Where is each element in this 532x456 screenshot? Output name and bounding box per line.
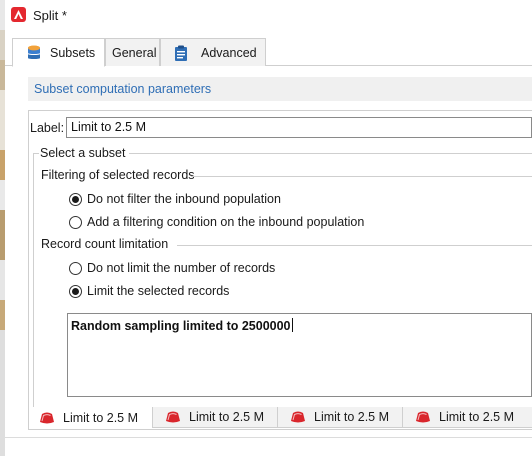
subset-icon <box>39 412 55 424</box>
footer-divider <box>5 437 532 438</box>
limitation-separator <box>177 245 532 246</box>
tab-bar: Subsets General Advanced <box>5 38 532 67</box>
radio-no-filter[interactable]: Do not filter the inbound population <box>69 192 281 206</box>
tab-general[interactable]: General <box>105 38 160 66</box>
subset-tab-2[interactable]: Limit to 2.5 M <box>153 407 278 428</box>
text-caret <box>291 318 293 332</box>
radio-add-filter[interactable]: Add a filtering condition on the inbound… <box>69 215 364 229</box>
select-subset-title: Select a subset <box>39 146 130 160</box>
radio-limit-records[interactable]: Limit the selected records <box>69 284 229 298</box>
radio-add-filter-indicator[interactable] <box>69 215 82 229</box>
radio-no-filter-label: Do not filter the inbound population <box>87 192 281 206</box>
clipboard-icon <box>174 45 188 61</box>
subset-tab-bar: Limit to 2.5 M Limit to 2.5 M Limit to 2… <box>28 407 532 429</box>
window-title: Split * <box>33 8 67 23</box>
tab-subsets-label: Subsets <box>50 45 96 60</box>
subset-tab-4[interactable]: Limit to 2.5 M <box>403 407 532 428</box>
tab-general-label: General <box>112 45 157 60</box>
subset-tab-1-label: Limit to 2.5 M <box>63 410 139 425</box>
split-dialog: Split * Subsets General Advanced Subset … <box>5 0 532 456</box>
database-icon <box>27 45 41 61</box>
radio-no-limit-indicator[interactable] <box>69 261 82 275</box>
subset-icon <box>415 411 431 423</box>
radio-limit-records-label: Limit the selected records <box>87 284 230 298</box>
subset-tab-2-label: Limit to 2.5 M <box>189 410 265 424</box>
tab-advanced-label: Advanced <box>201 45 257 60</box>
radio-no-limit[interactable]: Do not limit the number of records <box>69 261 275 275</box>
limitation-group-title: Record count limitation <box>41 237 173 251</box>
filtering-separator <box>191 176 532 177</box>
tab-subsets[interactable]: Subsets <box>12 38 105 67</box>
filtering-group-title: Filtering of selected records <box>41 168 199 182</box>
limit-summary-box[interactable]: Random sampling limited to 2500000 <box>67 313 532 397</box>
app-logo-icon <box>11 7 26 22</box>
section-header: Subset computation parameters <box>28 77 532 101</box>
subset-icon <box>290 411 306 423</box>
radio-limit-records-indicator[interactable] <box>69 284 82 298</box>
limit-summary-text: Random sampling limited to 2500000 <box>71 319 291 333</box>
subset-tab-4-label: Limit to 2.5 M <box>439 410 515 424</box>
radio-no-filter-indicator[interactable] <box>69 192 82 206</box>
subset-tab-1[interactable]: Limit to 2.5 M <box>28 407 153 428</box>
tab-advanced[interactable]: Advanced <box>160 38 266 66</box>
label-field-label: Label: <box>30 121 65 135</box>
subset-tab-3[interactable]: Limit to 2.5 M <box>278 407 403 428</box>
label-input[interactable]: Limit to 2.5 M <box>66 117 532 138</box>
title-bar: Split * <box>5 0 532 30</box>
radio-add-filter-label: Add a filtering condition on the inbound… <box>87 215 365 229</box>
subset-icon <box>165 411 181 423</box>
subset-tab-3-label: Limit to 2.5 M <box>314 410 390 424</box>
radio-no-limit-label: Do not limit the number of records <box>87 261 276 275</box>
